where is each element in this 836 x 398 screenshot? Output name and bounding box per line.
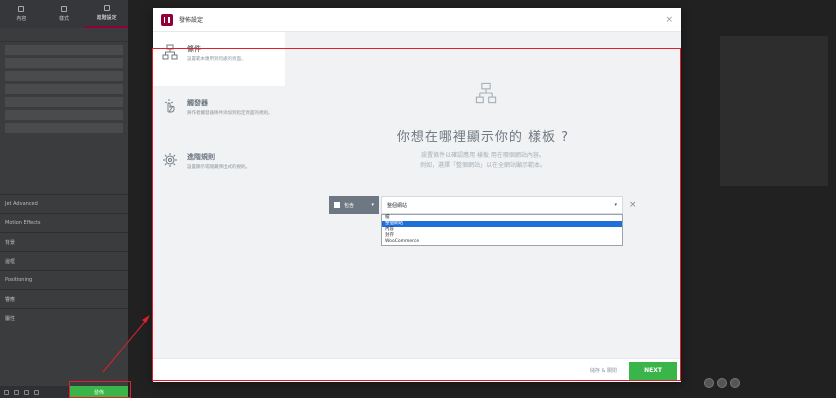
- annotation-arrow: [102, 315, 150, 373]
